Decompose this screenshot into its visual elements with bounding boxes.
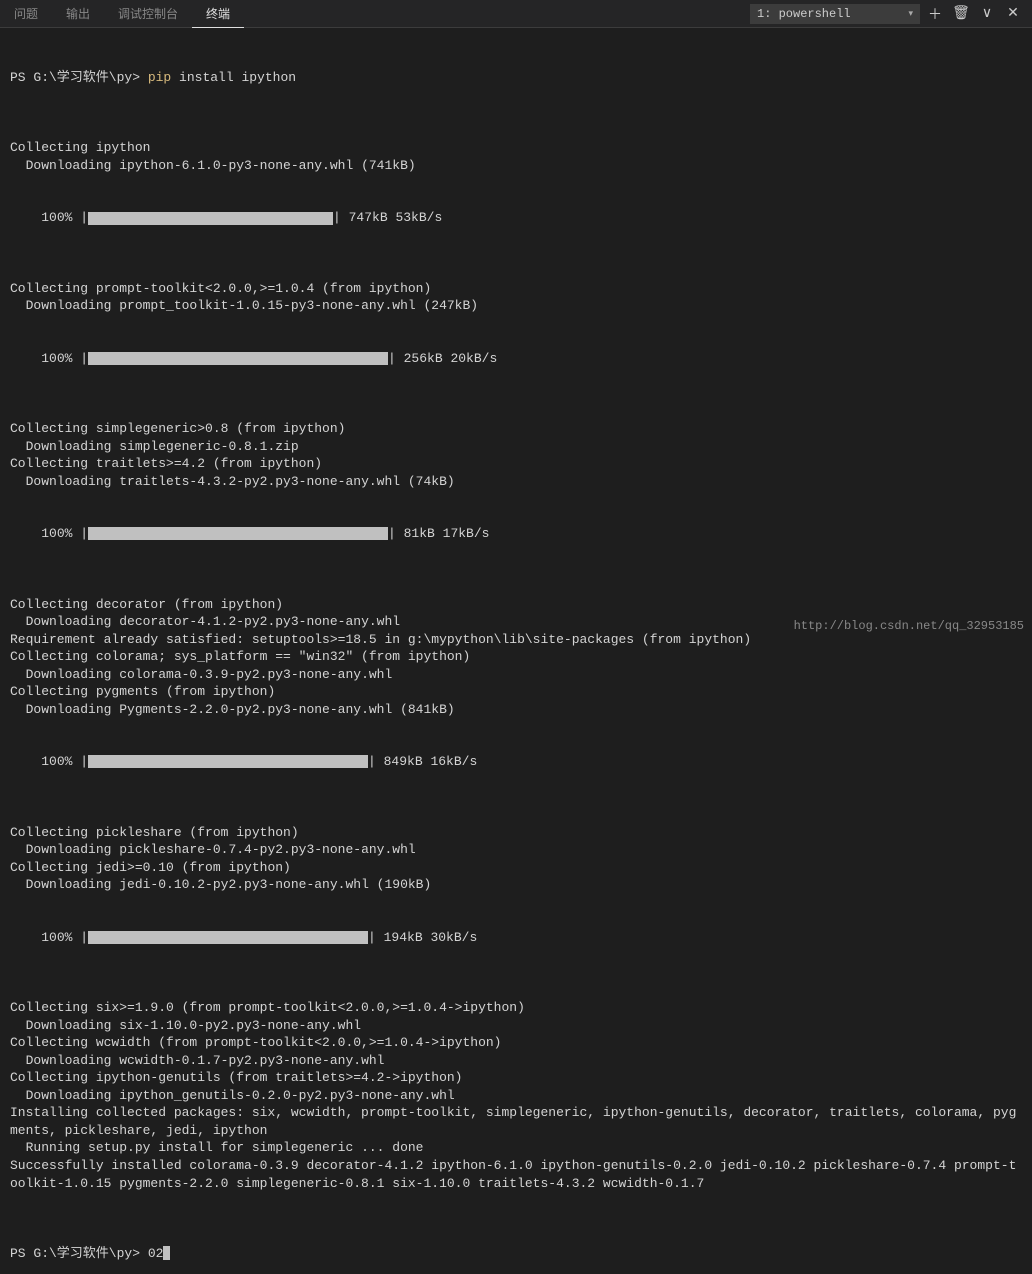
terminal-line: Installing collected packages: six, wcwi… bbox=[10, 1104, 1022, 1139]
close-panel-button[interactable]: ✕ bbox=[1002, 3, 1024, 25]
progress-line: 100% || 194kB 30kB/s bbox=[10, 929, 1022, 947]
terminal-line: Downloading colorama-0.3.9-py2.py3-none-… bbox=[10, 666, 1022, 684]
terminal-line: Downloading ipython_genutils-0.2.0-py2.p… bbox=[10, 1087, 1022, 1105]
terminal-line: Downloading prompt_toolkit-1.0.15-py3-no… bbox=[10, 297, 1022, 315]
progress-bar bbox=[88, 352, 388, 365]
terminal-line: Downloading simplegeneric-0.8.1.zip bbox=[10, 438, 1022, 456]
prompt-line: PS G:\学习软件\py> pip install ipython bbox=[10, 69, 1022, 87]
terminal-line: Collecting wcwidth (from prompt-toolkit<… bbox=[10, 1034, 1022, 1052]
chevron-down-icon: ∨ bbox=[982, 5, 992, 22]
terminal-line: Downloading Pygments-2.2.0-py2.py3-none-… bbox=[10, 701, 1022, 719]
close-icon: ✕ bbox=[1007, 5, 1019, 22]
terminal-line: Downloading traitlets-4.3.2-py2.py3-none… bbox=[10, 473, 1022, 491]
terminal-line: Collecting ipython bbox=[10, 139, 1022, 157]
terminal-line: Collecting pickleshare (from ipython) bbox=[10, 824, 1022, 842]
terminal-line: Collecting traitlets>=4.2 (from ipython) bbox=[10, 455, 1022, 473]
terminal-selector[interactable]: 1: powershell ▾ bbox=[750, 4, 920, 24]
plus-icon: ＋ bbox=[928, 4, 942, 24]
progress-line: 100% || 81kB 17kB/s bbox=[10, 525, 1022, 543]
progress-bar bbox=[88, 755, 368, 768]
command-rest: install ipython bbox=[171, 70, 296, 85]
panel-tabs: 问题 输出 调试控制台 终端 bbox=[0, 0, 244, 28]
terminal-line: Collecting six>=1.9.0 (from prompt-toolk… bbox=[10, 999, 1022, 1017]
tab-debug-console[interactable]: 调试控制台 bbox=[104, 0, 192, 28]
terminal-line: Collecting prompt-toolkit<2.0.0,>=1.0.4 … bbox=[10, 280, 1022, 298]
progress-bar bbox=[88, 931, 368, 944]
terminal-line: Downloading jedi-0.10.2-py2.py3-none-any… bbox=[10, 876, 1022, 894]
terminal-controls: 1: powershell ▾ ＋ 🗑 ∨ ✕ bbox=[750, 3, 1032, 25]
prompt-path: PS G:\学习软件\py> bbox=[10, 70, 148, 85]
terminal-line: Collecting decorator (from ipython) bbox=[10, 596, 1022, 614]
prompt-line: PS G:\学习软件\py> 02 bbox=[10, 1245, 1022, 1263]
typed-text: 02 bbox=[148, 1246, 164, 1261]
progress-line: 100% || 849kB 16kB/s bbox=[10, 753, 1022, 771]
maximize-panel-button[interactable]: ∨ bbox=[976, 3, 998, 25]
tab-output[interactable]: 输出 bbox=[52, 0, 104, 28]
terminal-content[interactable]: PS G:\学习软件\py> pip install ipython Colle… bbox=[0, 28, 1032, 1274]
terminal-line: Successfully installed colorama-0.3.9 de… bbox=[10, 1157, 1022, 1192]
terminal-line: Collecting pygments (from ipython) bbox=[10, 683, 1022, 701]
terminal-line: Collecting jedi>=0.10 (from ipython) bbox=[10, 859, 1022, 877]
progress-line: 100% || 747kB 53kB/s bbox=[10, 209, 1022, 227]
terminal-line: Downloading six-1.10.0-py2.py3-none-any.… bbox=[10, 1017, 1022, 1035]
chevron-down-icon: ▾ bbox=[908, 9, 913, 19]
prompt-path: PS G:\学习软件\py> bbox=[10, 1246, 148, 1261]
kill-terminal-button[interactable]: 🗑 bbox=[950, 3, 972, 25]
terminal-line: Collecting colorama; sys_platform == "wi… bbox=[10, 648, 1022, 666]
terminal-line: Collecting simplegeneric>0.8 (from ipyth… bbox=[10, 420, 1022, 438]
cursor bbox=[163, 1246, 170, 1260]
trash-icon: 🗑 bbox=[952, 5, 970, 22]
progress-line: 100% || 256kB 20kB/s bbox=[10, 350, 1022, 368]
terminal-line: Downloading pickleshare-0.7.4-py2.py3-no… bbox=[10, 841, 1022, 859]
progress-bar bbox=[88, 527, 388, 540]
pip-command: pip bbox=[148, 70, 171, 85]
terminal-line: Collecting ipython-genutils (from traitl… bbox=[10, 1069, 1022, 1087]
terminal-line: Requirement already satisfied: setuptool… bbox=[10, 631, 1022, 649]
terminal-selector-label: 1: powershell bbox=[757, 7, 851, 21]
watermark: http://blog.csdn.net/qq_32953185 bbox=[794, 619, 1024, 633]
panel-tab-bar: 问题 输出 调试控制台 终端 1: powershell ▾ ＋ 🗑 ∨ ✕ bbox=[0, 0, 1032, 28]
terminal-line: Running setup.py install for simplegener… bbox=[10, 1139, 1022, 1157]
terminal-line: Downloading wcwidth-0.1.7-py2.py3-none-a… bbox=[10, 1052, 1022, 1070]
tab-terminal[interactable]: 终端 bbox=[192, 0, 244, 28]
tab-problems[interactable]: 问题 bbox=[0, 0, 52, 28]
terminal-line: Downloading ipython-6.1.0-py3-none-any.w… bbox=[10, 157, 1022, 175]
new-terminal-button[interactable]: ＋ bbox=[924, 3, 946, 25]
progress-bar bbox=[88, 212, 333, 225]
